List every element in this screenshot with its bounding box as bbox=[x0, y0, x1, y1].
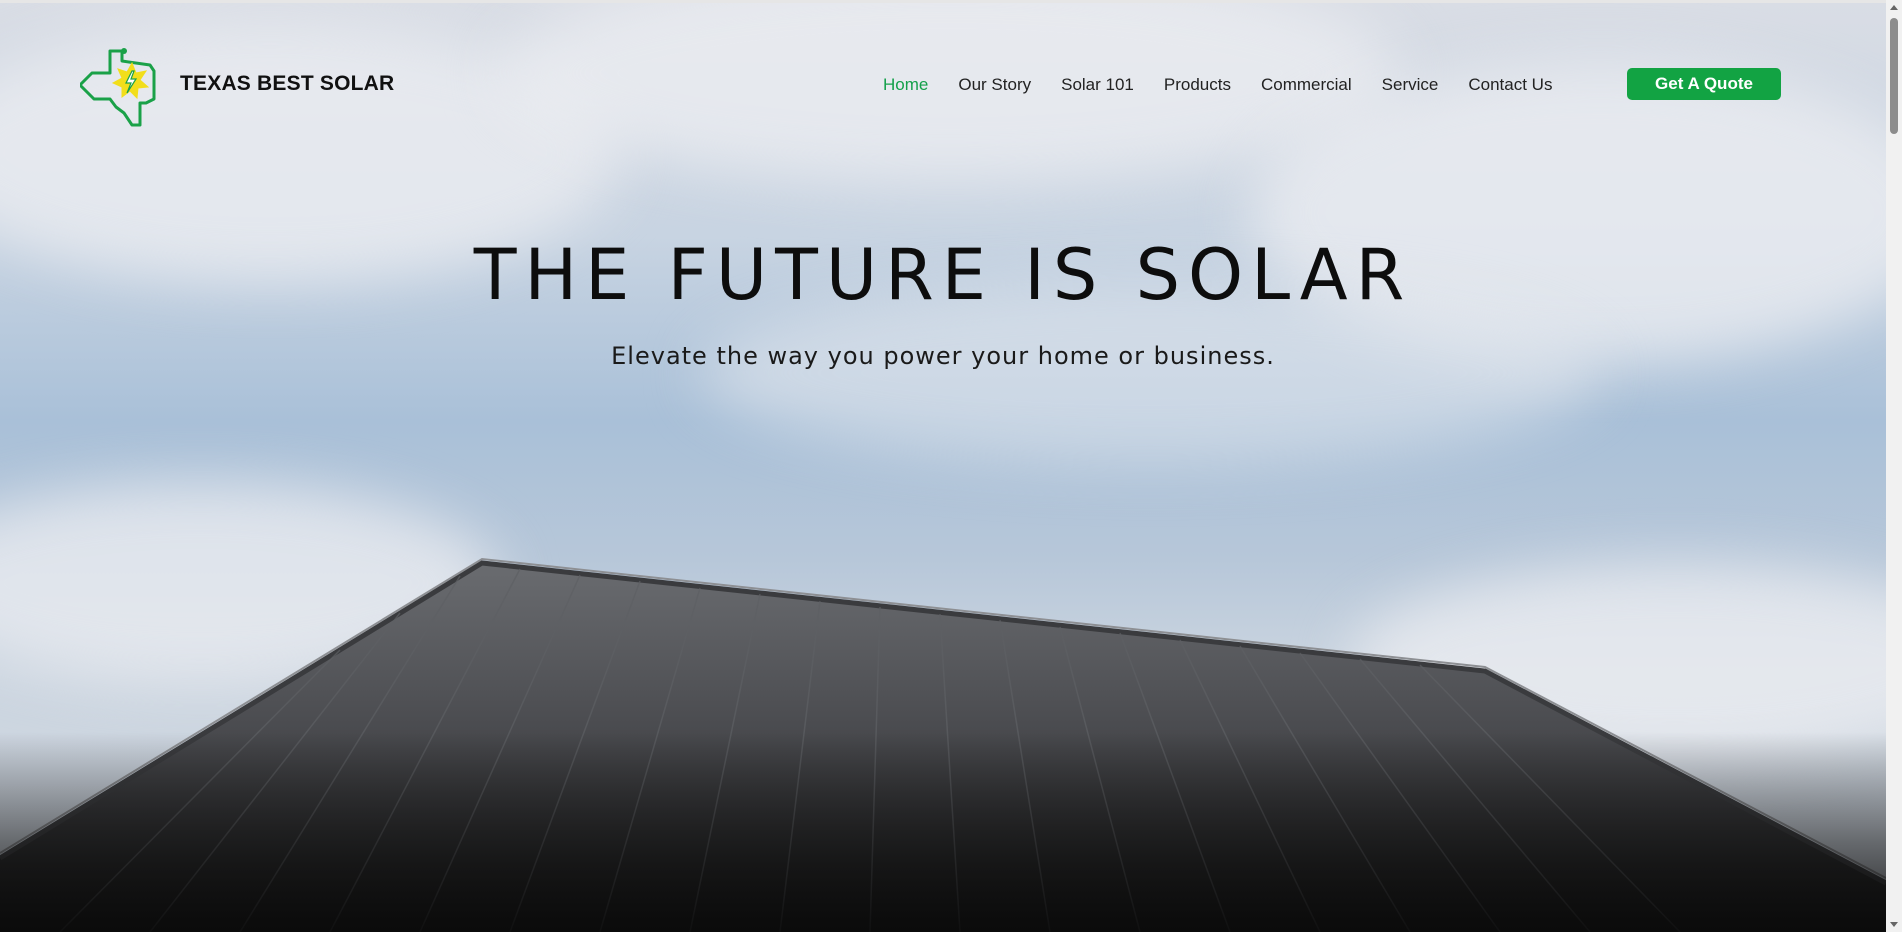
hero-subheadline: Elevate the way you power your home or b… bbox=[611, 342, 1275, 370]
nav-item-contact-us[interactable]: Contact Us bbox=[1468, 75, 1552, 95]
page: TEXAS BEST SOLAR Home Our Story Solar 10… bbox=[0, 0, 1902, 932]
nav-item-commercial[interactable]: Commercial bbox=[1261, 75, 1352, 95]
scroll-down-arrow-icon[interactable] bbox=[1890, 922, 1898, 927]
scrollbar-thumb[interactable] bbox=[1890, 18, 1898, 134]
get-a-quote-button[interactable]: Get A Quote bbox=[1627, 68, 1781, 100]
site-header: TEXAS BEST SOLAR Home Our Story Solar 10… bbox=[0, 3, 1886, 133]
hero-background bbox=[0, 3, 1886, 932]
hero-bottom-shade bbox=[0, 732, 1886, 932]
nav-item-our-story[interactable]: Our Story bbox=[958, 75, 1031, 95]
nav-item-home[interactable]: Home bbox=[883, 75, 928, 95]
texas-sun-bolt-logo-icon bbox=[80, 48, 156, 127]
hero-headline: THE FUTURE IS SOLAR bbox=[473, 234, 1413, 316]
scroll-up-arrow-icon[interactable] bbox=[1890, 5, 1898, 10]
brand-name: TEXAS BEST SOLAR bbox=[180, 72, 395, 95]
main-nav: Home Our Story Solar 101 Products Commer… bbox=[883, 75, 1582, 95]
page-scrollbar[interactable] bbox=[1886, 0, 1902, 932]
nav-item-products[interactable]: Products bbox=[1164, 75, 1231, 95]
nav-item-solar-101[interactable]: Solar 101 bbox=[1061, 75, 1134, 95]
nav-item-service[interactable]: Service bbox=[1382, 75, 1439, 95]
brand-logo-link[interactable]: TEXAS BEST SOLAR bbox=[80, 41, 394, 127]
